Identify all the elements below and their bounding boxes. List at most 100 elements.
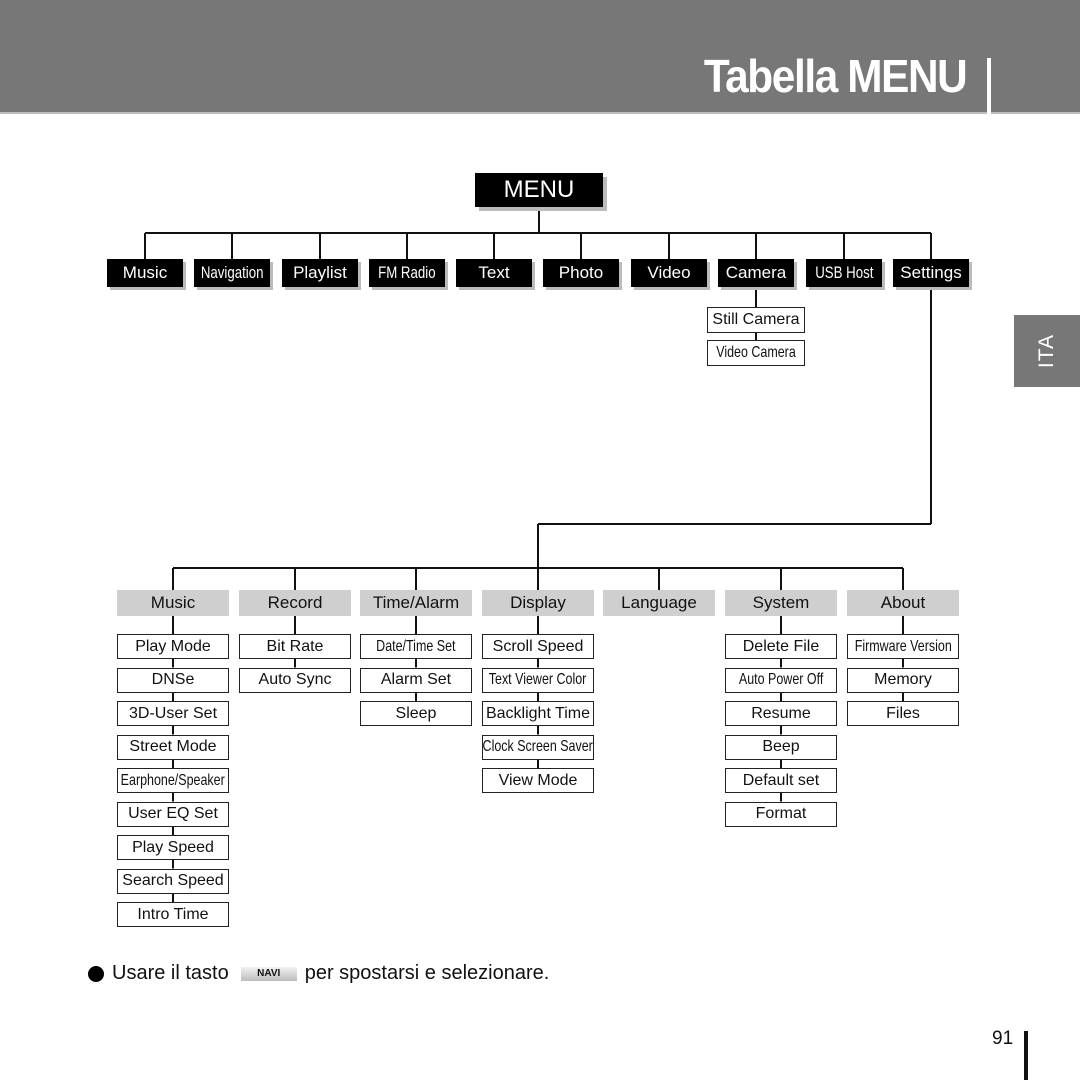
settings-category-language-label: Language: [621, 593, 697, 612]
setting-item-resume: Resume: [725, 701, 837, 726]
top-menu-settings-label: Settings: [900, 263, 962, 282]
setting-item-auto-sync-label: Auto Sync: [258, 671, 332, 688]
top-menu-music: Music: [107, 259, 183, 287]
setting-item-street-mode: Street Mode: [117, 734, 229, 760]
page-number: 91: [992, 1028, 1014, 1049]
setting-item-play-speed-label: Play Speed: [132, 838, 214, 856]
menu-root-label: MENU: [503, 176, 575, 203]
setting-item-text-viewer-color-label: Text Viewer Color: [489, 671, 587, 688]
setting-item-default-set: Default set: [725, 768, 837, 793]
setting-item-files: Files: [847, 701, 959, 726]
top-menu-settings: Settings: [893, 259, 969, 287]
setting-item-backlight-time: Backlight Time: [482, 701, 594, 726]
settings-category-music: Music: [117, 590, 229, 616]
setting-item-3d-user-set: 3D-User Set: [117, 701, 229, 726]
usage-note: Usare il tasto NAVI per spostarsi e sele…: [88, 962, 549, 985]
top-menu-navigation: Navigation: [194, 259, 270, 287]
settings-category-system-label: System: [752, 593, 810, 612]
top-menu-navigation-label: Navigation: [200, 263, 264, 282]
setting-item-beep-label: Beep: [762, 738, 800, 755]
usage-note-text-before: Usare il tasto: [112, 962, 229, 984]
setting-item-view-mode: View Mode: [482, 768, 594, 793]
page-number-divider: [1024, 1031, 1028, 1080]
camera-submenu-still-camera-label: Still Camera: [712, 311, 800, 328]
setting-item-scroll-speed-label: Scroll Speed: [492, 637, 584, 655]
settings-category-about: About: [847, 590, 959, 616]
setting-item-auto-power-off: Auto Power Off: [725, 667, 837, 693]
setting-item-dnse: DNSe: [117, 667, 229, 693]
settings-category-time-alarm: Time/Alarm: [360, 590, 472, 616]
setting-item-earphone-speaker: Earphone/Speaker: [117, 768, 229, 793]
setting-item-dnse-label: DNSe: [151, 671, 195, 688]
setting-item-date-time-set: Date/Time Set: [360, 634, 472, 659]
setting-item-default-set-label: Default set: [742, 771, 820, 789]
settings-category-music-label: Music: [150, 593, 196, 612]
settings-category-time-alarm-label: Time/Alarm: [372, 593, 460, 612]
top-menu-text-label: Text: [478, 263, 510, 282]
top-menu-music-label: Music: [122, 263, 168, 282]
setting-item-scroll-speed: Scroll Speed: [482, 634, 594, 659]
setting-item-intro-time: Intro Time: [117, 902, 229, 927]
setting-item-bit-rate-label: Bit Rate: [266, 637, 324, 655]
top-menu-text: Text: [456, 259, 532, 287]
setting-item-street-mode-label: Street Mode: [129, 738, 217, 755]
setting-item-format: Format: [725, 801, 837, 827]
camera-submenu-video-camera-label: Video Camera: [716, 344, 796, 361]
setting-item-beep: Beep: [725, 734, 837, 760]
setting-item-search-speed: Search Speed: [117, 868, 229, 894]
setting-item-play-speed: Play Speed: [117, 835, 229, 860]
setting-item-play-mode: Play Mode: [117, 634, 229, 659]
setting-item-clock-screen-saver-label: Clock Screen Saver: [482, 738, 594, 755]
setting-item-view-mode-label: View Mode: [498, 771, 578, 789]
top-menu-photo-label: Photo: [558, 263, 604, 282]
camera-submenu-video-camera: Video Camera: [707, 340, 805, 366]
top-menu-camera: Camera: [718, 259, 794, 287]
top-menu-camera-label: Camera: [725, 263, 787, 282]
bullet-icon: [88, 965, 104, 982]
setting-item-firmware-version-label: Firmware Version: [854, 637, 952, 655]
setting-item-delete-file-label: Delete File: [742, 637, 820, 655]
setting-item-memory-label: Memory: [874, 671, 932, 688]
top-menu-video-label: Video: [647, 263, 691, 282]
setting-item-intro-time-label: Intro Time: [137, 905, 209, 923]
setting-item-3d-user-set-label: 3D-User Set: [128, 704, 218, 722]
top-menu-playlist-label: Playlist: [293, 263, 347, 282]
settings-category-display: Display: [482, 590, 594, 616]
setting-item-delete-file: Delete File: [725, 634, 837, 659]
menu-root: MENU: [475, 173, 603, 207]
top-menu-fm-radio-label: FM Radio: [378, 263, 436, 282]
setting-item-alarm-set-label: Alarm Set: [380, 671, 452, 688]
setting-item-sleep: Sleep: [360, 701, 472, 726]
top-menu-photo: Photo: [543, 259, 619, 287]
setting-item-resume-label: Resume: [751, 704, 811, 722]
setting-item-bit-rate: Bit Rate: [239, 634, 351, 659]
setting-item-auto-power-off-label: Auto Power Off: [738, 671, 824, 688]
setting-item-alarm-set: Alarm Set: [360, 667, 472, 693]
top-menu-video: Video: [631, 259, 707, 287]
top-menu-usb-host-label: USB Host: [814, 263, 874, 282]
setting-item-format-label: Format: [755, 805, 807, 822]
setting-item-earphone-speaker-label: Earphone/Speaker: [120, 771, 226, 789]
top-menu-fm-radio: FM Radio: [369, 259, 445, 287]
setting-item-backlight-time-label: Backlight Time: [485, 704, 591, 722]
settings-category-record-label: Record: [267, 593, 323, 612]
settings-category-system: System: [725, 590, 837, 616]
top-menu-usb-host: USB Host: [806, 259, 882, 287]
camera-submenu-still-camera: Still Camera: [707, 307, 805, 333]
setting-item-firmware-version: Firmware Version: [847, 634, 959, 659]
setting-item-date-time-set-label: Date/Time Set: [376, 637, 456, 655]
setting-item-search-speed-label: Search Speed: [122, 872, 224, 889]
top-menu-playlist: Playlist: [282, 259, 358, 287]
setting-item-clock-screen-saver: Clock Screen Saver: [482, 734, 594, 760]
settings-category-language: Language: [603, 590, 715, 616]
setting-item-text-viewer-color: Text Viewer Color: [482, 667, 594, 693]
navi-key-icon: NAVI: [240, 966, 297, 981]
setting-item-play-mode-label: Play Mode: [135, 637, 211, 655]
setting-item-memory: Memory: [847, 667, 959, 693]
setting-item-user-eq-set: User EQ Set: [117, 801, 229, 827]
setting-item-files-label: Files: [886, 704, 920, 722]
setting-item-auto-sync: Auto Sync: [239, 667, 351, 693]
usage-note-text-after: per spostarsi e selezionare.: [304, 962, 550, 984]
setting-item-sleep-label: Sleep: [395, 704, 437, 722]
settings-category-about-label: About: [880, 593, 926, 612]
